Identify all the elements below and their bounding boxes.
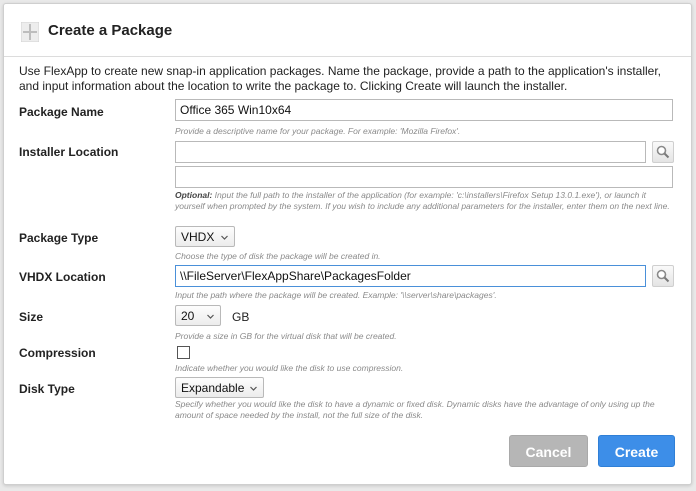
chevron-down-icon (207, 314, 214, 319)
compression-label: Compression (19, 346, 96, 360)
disk-type-hint: Specify whether you would like the disk … (175, 399, 655, 420)
vhdx-location-hint: Input the path where the package will be… (175, 290, 497, 300)
disk-type-select[interactable]: Expandable (175, 377, 264, 398)
magnifier-icon (656, 269, 670, 283)
package-name-label: Package Name (19, 105, 104, 119)
compression-hint: Indicate whether you would like the disk… (175, 363, 404, 373)
dialog-title: Create a Package (48, 22, 173, 39)
package-icon (21, 22, 39, 42)
package-type-select[interactable]: VHDX (175, 226, 235, 247)
chevron-down-icon (250, 386, 257, 391)
intro-text: Use FlexApp to create new snap-in applic… (19, 64, 662, 93)
vhdx-location-label: VHDX Location (19, 270, 106, 284)
installer-location-label: Installer Location (19, 145, 119, 159)
dialog-titlebar: Create a Package (4, 4, 691, 57)
installer-browse-button[interactable] (652, 141, 674, 163)
magnifier-icon (656, 145, 670, 159)
optional-tag: Optional: (175, 190, 213, 200)
create-button[interactable]: Create (598, 435, 675, 467)
disk-type-label: Disk Type (19, 382, 75, 396)
installer-parameters-input[interactable] (175, 166, 673, 188)
package-name-hint: Provide a descriptive name for your pack… (175, 126, 461, 136)
installer-location-hint: Optional: Input the full path to the ins… (175, 190, 675, 211)
cancel-button[interactable]: Cancel (509, 435, 588, 467)
disk-type-value: Expandable (181, 381, 245, 395)
vhdx-browse-button[interactable] (652, 265, 674, 287)
installer-location-input[interactable] (175, 141, 646, 163)
size-label: Size (19, 310, 44, 324)
package-name-input[interactable] (175, 99, 673, 121)
chevron-down-icon (221, 235, 228, 240)
vhdx-location-input[interactable] (175, 265, 646, 287)
size-value: 20 (181, 309, 195, 323)
installer-hint-text: Input the full path to the installer of … (175, 190, 670, 211)
compression-checkbox[interactable] (177, 346, 190, 359)
package-type-label: Package Type (19, 231, 99, 245)
size-hint: Provide a size in GB for the virtual dis… (175, 331, 397, 341)
size-unit: GB (232, 310, 250, 324)
size-select[interactable]: 20 (175, 305, 221, 326)
package-type-hint: Choose the type of disk the package will… (175, 251, 381, 261)
create-package-dialog: Create a Package Use FlexApp to create n… (3, 3, 692, 485)
package-type-value: VHDX (181, 230, 215, 244)
